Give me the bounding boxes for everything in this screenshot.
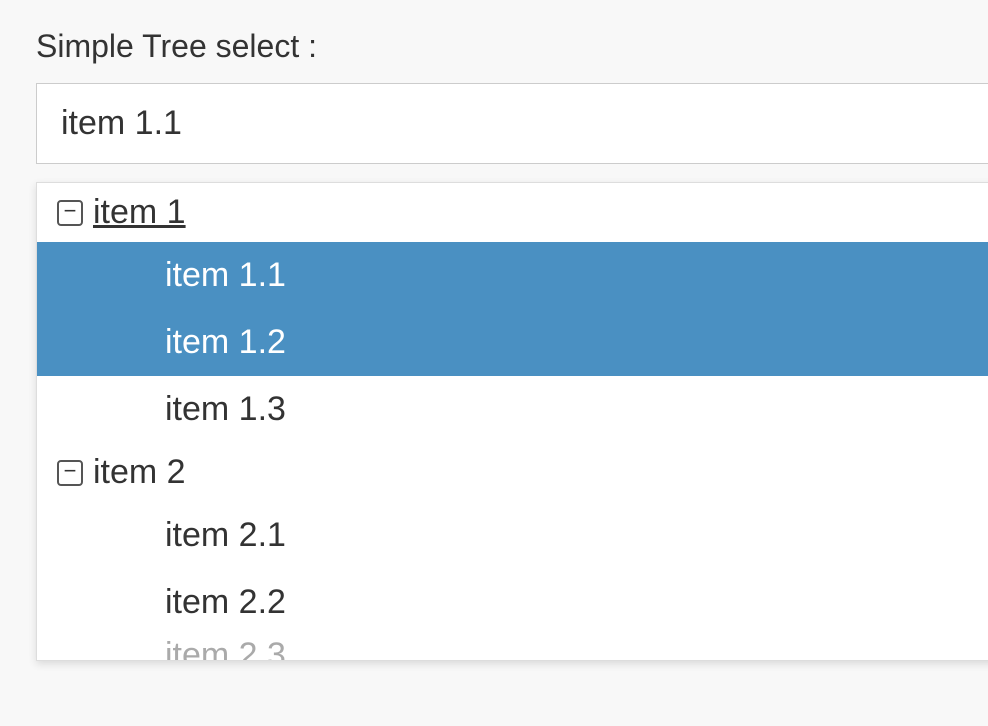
tree-node-item2[interactable]: item 2 [37, 443, 988, 502]
collapse-icon[interactable] [57, 460, 83, 486]
tree-child-item[interactable]: item 1.2 [37, 309, 988, 376]
tree-dropdown: item 1 item 1.1 item 1.2 item 1.3 item 2… [36, 182, 988, 661]
tree-child-item[interactable]: item 2.3 [37, 636, 988, 660]
tree-node-label: item 2 [93, 453, 186, 492]
tree-child-item[interactable]: item 1.1 [37, 242, 988, 309]
tree-node-item1[interactable]: item 1 [37, 183, 988, 242]
tree-child-item[interactable]: item 1.3 [37, 376, 988, 443]
collapse-icon[interactable] [57, 200, 83, 226]
tree-select-input[interactable]: item 1.1 [36, 83, 988, 164]
tree-node-label: item 1 [93, 193, 186, 232]
tree-child-item[interactable]: item 2.1 [37, 502, 988, 569]
field-label: Simple Tree select : [36, 28, 988, 65]
tree-child-item[interactable]: item 2.2 [37, 569, 988, 636]
